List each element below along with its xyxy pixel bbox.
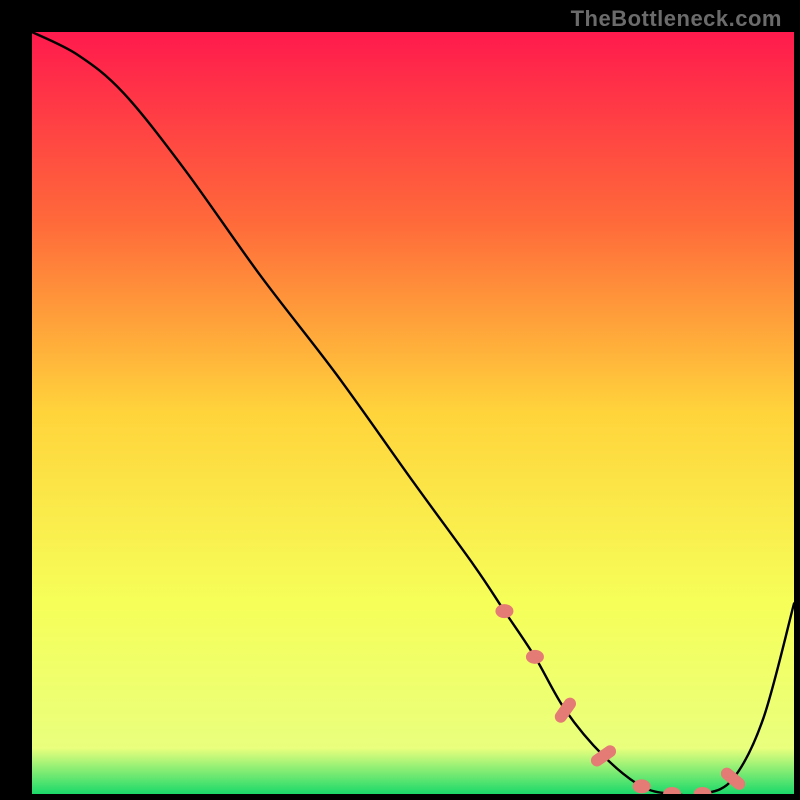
plot-area — [32, 32, 794, 794]
marker-dot — [526, 650, 544, 664]
chart-frame: TheBottleneck.com — [0, 0, 800, 800]
watermark-text: TheBottleneck.com — [571, 6, 782, 32]
chart-svg — [32, 32, 794, 794]
gradient-bg — [32, 32, 794, 794]
marker-dot — [495, 604, 513, 618]
marker-dot — [633, 779, 651, 793]
